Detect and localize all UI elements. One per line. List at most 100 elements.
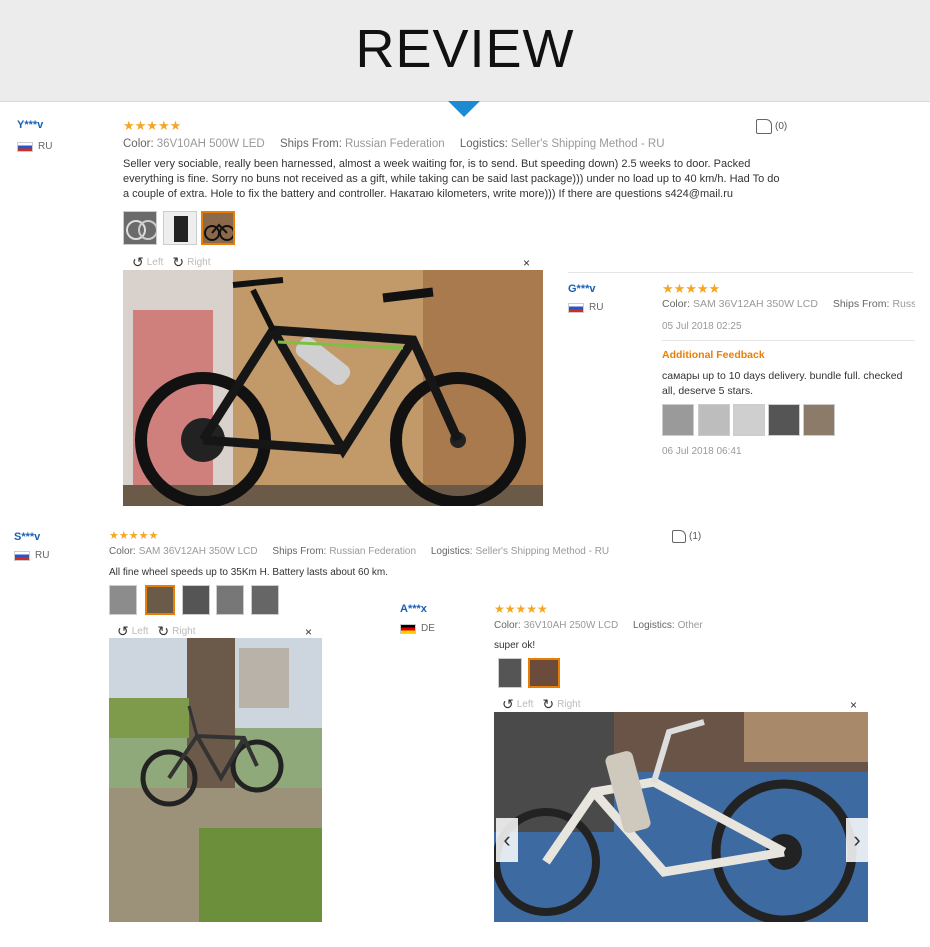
country-code: RU <box>589 302 604 313</box>
review-text: Seller very sociable, really been harnes… <box>123 158 780 200</box>
close-viewer-button[interactable]: × <box>850 698 857 712</box>
logistics-label: Logistics: <box>632 620 675 631</box>
reviewer-name[interactable]: Y***v <box>17 119 43 131</box>
header-pointer <box>448 101 480 117</box>
reviewer-country: RU <box>17 141 52 152</box>
country-code: RU <box>38 141 53 152</box>
star-rating: ★★★★★ <box>662 281 721 296</box>
color-value: 36V10AH 250W LCD <box>523 620 619 631</box>
ships-label: Ships From: <box>832 298 890 310</box>
review-thumbnail[interactable] <box>733 404 765 436</box>
rotate-left-button[interactable]: Left <box>517 699 534 710</box>
thumbs-up-icon <box>756 119 772 134</box>
review-thumbnail[interactable] <box>163 211 197 245</box>
ships-label: Ships From: <box>272 546 327 557</box>
color-label: Color: <box>662 298 691 310</box>
logistics-value: Seller's Shipping Method - RU <box>475 546 610 557</box>
color-label: Color: <box>123 138 154 150</box>
review-date: 06 Jul 2018 06:41 <box>662 446 742 457</box>
helpful-button[interactable]: (1) <box>672 530 701 543</box>
ships-value: Russian Federation <box>344 138 445 150</box>
helpful-button[interactable]: (0) <box>756 119 787 134</box>
review-thumbnail[interactable] <box>768 404 800 436</box>
divider <box>568 272 913 273</box>
rotate-right-icon[interactable]: ↻ <box>157 623 169 640</box>
close-viewer-button[interactable]: × <box>305 625 312 639</box>
russia-flag-icon <box>14 550 30 561</box>
next-image-button[interactable]: › <box>846 818 868 862</box>
review-text: All fine wheel speeds up to 35Km H. Batt… <box>109 567 389 578</box>
previous-image-button[interactable]: ‹ <box>496 818 518 862</box>
rotate-left-button[interactable]: Left <box>147 257 164 268</box>
order-info: Color: 36V10AH 500W LED Ships From: Russia… <box>123 138 665 150</box>
color-label: Color: <box>494 620 521 631</box>
logistics-label: Logistics: <box>459 138 508 150</box>
rotate-left-icon[interactable]: ↺ <box>117 623 129 640</box>
image-viewer-toolbar: ↺ Left ↻ Right <box>132 254 211 270</box>
logistics-value: Seller's Shipping Method - RU <box>510 138 665 150</box>
ships-label: Ships From: <box>279 138 342 150</box>
review-thumbnail-selected[interactable] <box>145 585 175 615</box>
review-thumbnail-selected[interactable] <box>528 658 560 688</box>
reviewer-name[interactable]: G***v <box>568 283 596 295</box>
rotate-right-button[interactable]: Right <box>557 699 580 710</box>
divider <box>662 340 915 341</box>
russia-flag-icon <box>568 302 584 313</box>
review-thumbnail[interactable] <box>182 585 210 615</box>
thumbs-up-icon <box>672 530 686 543</box>
review-thumbnail[interactable] <box>123 211 157 245</box>
russia-flag-icon <box>17 141 33 152</box>
reviewer-name[interactable]: S***v <box>14 531 40 543</box>
review-thumbnail[interactable] <box>803 404 835 436</box>
review-thumbnail[interactable] <box>251 585 279 615</box>
reviewer-name[interactable]: A***x <box>400 603 427 615</box>
order-info: Color: 36V10AH 250W LCD Logistics: Other <box>494 620 703 631</box>
color-value: SAM 36V12AH 350W LCD <box>138 546 258 557</box>
page-title: REVIEW <box>355 19 575 79</box>
color-value: 36V10AH 500W LED <box>156 138 265 150</box>
reviewer-country: DE <box>400 623 435 634</box>
review-photo-large <box>109 638 322 922</box>
ships-value: Russian F <box>892 298 915 310</box>
rotate-right-button[interactable]: Right <box>187 257 210 268</box>
rotate-left-button[interactable]: Left <box>132 626 149 637</box>
color-value: SAM 36V12AH 350W LCD <box>693 298 818 310</box>
image-viewer-toolbar: ↺ Left ↻ Right <box>117 623 196 639</box>
rotate-right-button[interactable]: Right <box>172 626 195 637</box>
additional-feedback-title: Additional Feedback <box>662 349 765 361</box>
review-photo-large <box>494 712 868 922</box>
review-date: 05 Jul 2018 02:25 <box>662 321 742 332</box>
country-code: DE <box>421 623 435 634</box>
rotate-right-icon[interactable]: ↻ <box>542 696 554 713</box>
review-thumbnail[interactable] <box>216 585 244 615</box>
reviewer-country: RU <box>14 550 49 561</box>
order-info: Color: SAM 36V12AH 350W LCD Ships From: Ru… <box>662 298 915 310</box>
country-code: RU <box>35 550 50 561</box>
additional-feedback-text: самары up to 10 days delivery. bundle fu… <box>662 370 903 397</box>
helpful-count: (0) <box>775 121 788 132</box>
review-photo-large <box>123 270 543 506</box>
reviewer-country: RU <box>568 302 603 313</box>
star-rating: ★★★★★ <box>494 602 548 616</box>
star-rating: ★★★★★ <box>123 118 182 133</box>
color-label: Color: <box>109 546 136 557</box>
review-header: REVIEW <box>0 0 930 102</box>
close-viewer-button[interactable]: × <box>523 256 530 270</box>
ships-value: Russian Federation <box>329 546 417 557</box>
logistics-value: Other <box>677 620 703 631</box>
review-thumbnail-selected[interactable] <box>201 211 235 245</box>
review-thumbnail[interactable] <box>662 404 694 436</box>
rotate-left-icon[interactable]: ↺ <box>502 696 514 713</box>
order-info: Color: SAM 36V12AH 350W LCD Ships From: Ru… <box>109 546 609 557</box>
rotate-left-icon[interactable]: ↺ <box>132 254 144 271</box>
review-thumbnail[interactable] <box>498 658 522 688</box>
review-thumbnail[interactable] <box>109 585 137 615</box>
rotate-right-icon[interactable]: ↻ <box>172 254 184 271</box>
helpful-count: (1) <box>689 531 702 542</box>
logistics-label: Logistics: <box>430 546 473 557</box>
germany-flag-icon <box>400 623 416 634</box>
review-thumbnail[interactable] <box>698 404 730 436</box>
star-rating: ★★★★★ <box>109 530 159 542</box>
image-viewer-toolbar: ↺ Left ↻ Right <box>502 696 581 712</box>
review-text: super ok! <box>494 640 536 651</box>
